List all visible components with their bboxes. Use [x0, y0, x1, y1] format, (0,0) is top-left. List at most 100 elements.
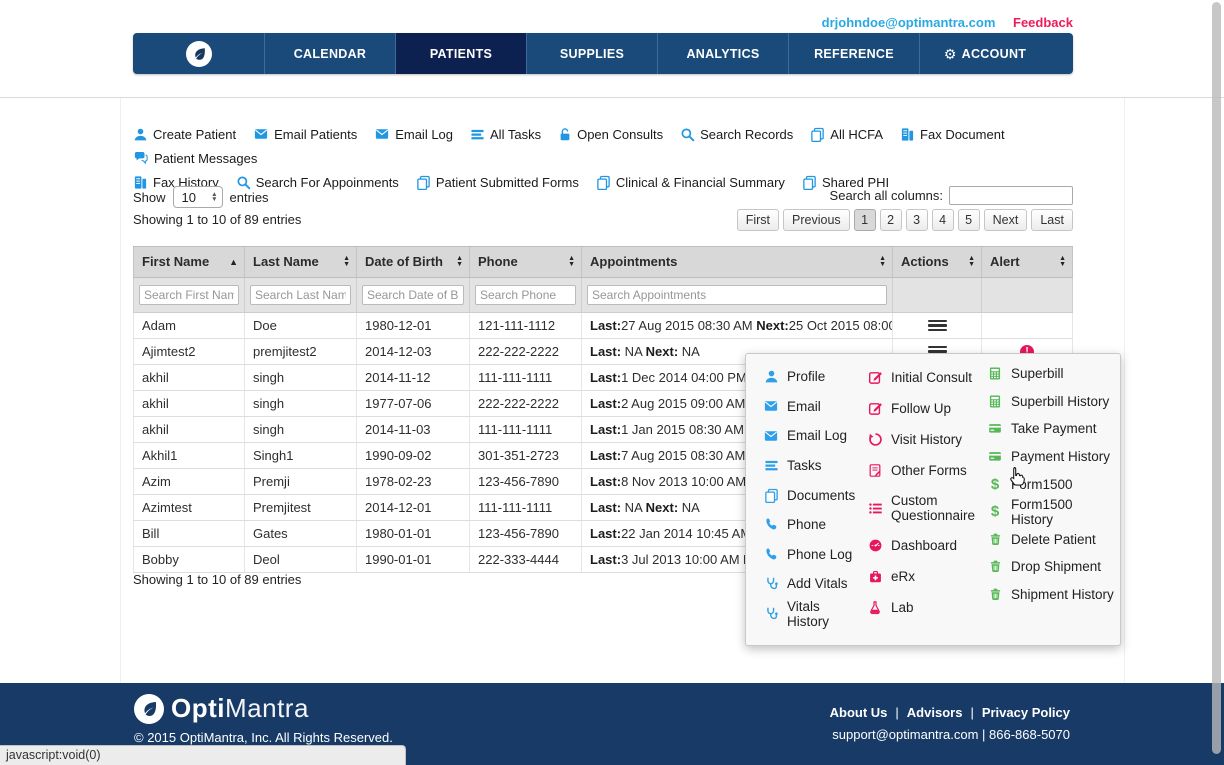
toolbar-link-create-patient[interactable]: Create Patient — [133, 123, 236, 145]
filter-input-search-date-of-birt[interactable] — [362, 285, 464, 305]
cell-last-name: Singh1 — [245, 443, 357, 468]
footer-link-about-us[interactable]: About Us — [830, 705, 888, 720]
menu-item-shipment-history[interactable]: Shipment History — [986, 581, 1116, 609]
footer-link-privacy-policy[interactable]: Privacy Policy — [982, 705, 1070, 720]
menu-item-tasks[interactable]: Tasks — [762, 451, 864, 481]
menu-item-email[interactable]: Email — [762, 392, 864, 422]
menu-item-profile[interactable]: Profile — [762, 362, 864, 392]
filter-input-search-phone[interactable] — [475, 285, 576, 305]
cell-last-name: Doe — [245, 313, 357, 338]
support-email-link[interactable]: support@optimantra.com — [832, 727, 978, 742]
menu-item-other-forms[interactable]: Other Forms — [866, 455, 984, 486]
card-icon — [986, 450, 1004, 463]
search-all-label: Search all columns: — [830, 188, 943, 203]
menu-item-email-log[interactable]: Email Log — [762, 421, 864, 451]
cell-last-name: Gates — [245, 521, 357, 546]
menu-item-lab[interactable]: Lab — [866, 592, 984, 623]
sort-both-icon: ▲▼ — [968, 247, 975, 277]
footer-logo: OptiMantra — [134, 693, 309, 724]
page-button-last[interactable]: Last — [1031, 209, 1073, 231]
page-button-2[interactable]: 2 — [880, 209, 902, 231]
table-controls: Show 10 ▲▼ entries Search all columns: — [133, 184, 1073, 208]
tab-account[interactable]: ⚙ACCOUNT — [919, 33, 1050, 74]
column-header-actions[interactable]: Actions▲▼ — [893, 247, 982, 277]
menu-item-dashboard[interactable]: Dashboard — [866, 530, 984, 561]
tab-calendar[interactable]: CALENDAR — [264, 33, 395, 74]
page-button-previous[interactable]: Previous — [783, 209, 850, 231]
footer-link-advisors[interactable]: Advisors — [907, 705, 963, 720]
tab-supplies[interactable]: SUPPLIES — [526, 33, 657, 74]
feedback-link[interactable]: Feedback — [1013, 15, 1073, 30]
page-button-1[interactable]: 1 — [854, 209, 876, 231]
menu-item-phone[interactable]: Phone — [762, 510, 864, 540]
column-header-last-name[interactable]: Last Name▲▼ — [245, 247, 357, 277]
row-actions-menu-icon[interactable] — [928, 317, 947, 333]
nav-logo[interactable] — [133, 33, 264, 74]
cell-first-name: akhil — [133, 365, 245, 390]
menu-item-phone-log[interactable]: Phone Log — [762, 540, 864, 570]
menu-item-payment-history[interactable]: Payment History — [986, 443, 1116, 471]
column-header-appointments[interactable]: Appointments▲▼ — [582, 247, 893, 277]
brand-name: OptiMantra — [171, 693, 309, 724]
menu-item-form1500[interactable]: $Form1500 — [986, 470, 1116, 498]
toolbar-link-all-tasks[interactable]: All Tasks — [470, 123, 541, 145]
phone-icon — [762, 547, 780, 562]
page-button-next[interactable]: Next — [984, 209, 1028, 231]
page-button-4[interactable]: 4 — [932, 209, 954, 231]
toolbar-link-fax-document[interactable]: Fax Document — [900, 123, 1005, 145]
column-header-date-of-birth[interactable]: Date of Birth▲▼ — [357, 247, 470, 277]
cell-appointments: Last:27 Aug 2015 08:30 AM Next:25 Oct 20… — [582, 313, 893, 338]
toolbar-link-search-records[interactable]: Search Records — [680, 123, 793, 145]
menu-item-erx[interactable]: eRx — [866, 561, 984, 592]
calculator-icon — [986, 394, 1004, 409]
menu-item-follow-up[interactable]: Follow Up — [866, 393, 984, 424]
sort-both-icon: ▲▼ — [1059, 247, 1066, 277]
tab-analytics[interactable]: ANALYTICS — [657, 33, 788, 74]
tab-reference[interactable]: REFERENCE — [788, 33, 919, 74]
menu-item-label: Follow Up — [891, 401, 951, 416]
filter-cell — [133, 278, 245, 312]
column-header-alert[interactable]: Alert▲▼ — [982, 247, 1073, 277]
toolbar-link-open-consults[interactable]: Open Consults — [558, 123, 663, 145]
toolbar-link-all-hcfa[interactable]: All HCFA — [810, 123, 883, 145]
cell-first-name: Ajimtest2 — [133, 339, 245, 364]
user-icon — [133, 127, 148, 142]
search-all-input[interactable] — [949, 186, 1073, 205]
column-header-first-name[interactable]: First Name▲ — [133, 247, 245, 277]
toolbar-link-email-log[interactable]: Email Log — [374, 123, 453, 145]
menu-item-drop-shipment[interactable]: Drop Shipment — [986, 553, 1116, 581]
page-size-select[interactable]: 10 ▲▼ — [173, 186, 223, 208]
user-email-link[interactable]: drjohndoe@optimantra.com — [822, 15, 996, 30]
menu-item-form1500-history[interactable]: $Form1500 History — [986, 498, 1116, 526]
page-button-5[interactable]: 5 — [958, 209, 980, 231]
cell-first-name: akhil — [133, 417, 245, 442]
column-label: Last Name — [253, 254, 319, 269]
menu-item-superbill-history[interactable]: Superbill History — [986, 388, 1116, 416]
vertical-scrollbar[interactable] — [1212, 2, 1221, 754]
menu-item-add-vitals[interactable]: Add Vitals — [762, 569, 864, 599]
toolbar-link-email-patients[interactable]: Email Patients — [253, 123, 357, 145]
menu-item-documents[interactable]: Documents — [762, 480, 864, 510]
toolbar-link-patient-messages[interactable]: Patient Messages — [133, 147, 257, 169]
cell-actions — [893, 313, 982, 338]
menu-item-delete-patient[interactable]: Delete Patient — [986, 526, 1116, 554]
menu-item-visit-history[interactable]: Visit History — [866, 424, 984, 455]
menu-item-vitals-history[interactable]: Vitals History — [762, 599, 864, 629]
filter-input-search-appointments[interactable] — [587, 285, 887, 305]
toolbar-link-label: All HCFA — [830, 127, 883, 142]
fax-icon — [900, 127, 915, 142]
menu-item-label: Tasks — [787, 458, 822, 473]
filter-input-search-first-name[interactable] — [139, 285, 239, 305]
menu-item-custom-questionnaire[interactable]: Custom Questionnaire — [866, 486, 984, 530]
menu-item-superbill[interactable]: Superbill — [986, 360, 1116, 388]
menu-item-initial-consult[interactable]: Initial Consult — [866, 362, 984, 393]
menu-item-take-payment[interactable]: Take Payment — [986, 415, 1116, 443]
menu-item-label: Payment History — [1011, 449, 1110, 464]
tab-patients[interactable]: PATIENTS — [395, 33, 526, 74]
filter-input-search-last-name[interactable] — [250, 285, 351, 305]
sort-both-icon: ▲▼ — [879, 247, 886, 277]
tab-label: PATIENTS — [430, 47, 492, 61]
column-header-phone[interactable]: Phone▲▼ — [470, 247, 582, 277]
page-button-3[interactable]: 3 — [906, 209, 928, 231]
page-button-first[interactable]: First — [737, 209, 779, 231]
